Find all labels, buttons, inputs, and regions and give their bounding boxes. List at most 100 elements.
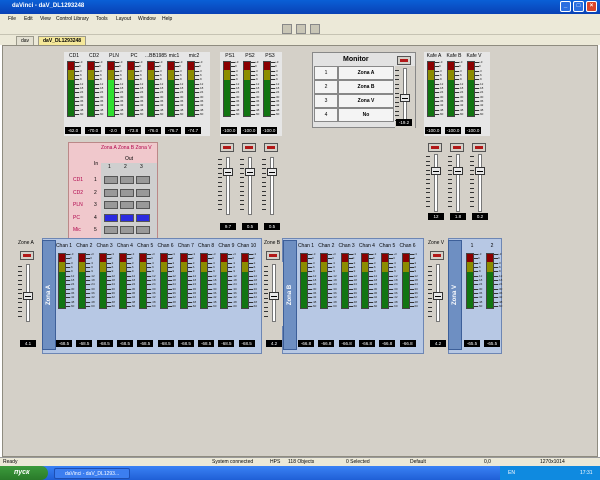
- meter-grn-zone: [99, 272, 106, 308]
- scale-tick-label: -9: [179, 77, 182, 81]
- fader-knob[interactable]: [269, 292, 279, 300]
- matrix-route-button[interactable]: [120, 213, 134, 222]
- zoneV-fader[interactable]: [428, 262, 448, 326]
- taskbar-app-button[interactable]: daVinci - daV_DL1293...: [54, 468, 130, 479]
- scale-tick-label: -24: [255, 90, 260, 94]
- matrix-row-num: 4: [94, 214, 97, 221]
- fader-knob[interactable]: [475, 167, 485, 175]
- scale-tick-label: -60: [119, 112, 124, 116]
- meter-red-zone: [301, 254, 307, 262]
- fader-tick: [428, 288, 432, 290]
- scale-tick-label: -24: [498, 282, 503, 286]
- fader-tick: [448, 160, 452, 162]
- maximize-button[interactable]: □: [573, 1, 584, 12]
- monitor-row-number[interactable]: 3: [314, 94, 338, 108]
- monitor-mute-button[interactable]: [397, 56, 411, 65]
- matrix-route-button[interactable]: [104, 176, 118, 184]
- fader-tick: [428, 293, 432, 294]
- zoneV-mute-button[interactable]: [430, 251, 444, 260]
- kafe-fader[interactable]: [448, 152, 468, 216]
- monitor-row-number[interactable]: 1: [314, 66, 338, 80]
- scale-tick-label: -9: [439, 77, 442, 81]
- menu-view[interactable]: View: [40, 16, 51, 22]
- ps-fader[interactable]: [218, 155, 238, 219]
- monitor-row-number[interactable]: 4: [314, 108, 338, 122]
- ps-mute-button[interactable]: [264, 143, 278, 152]
- fader-knob[interactable]: [267, 168, 277, 176]
- matrix-route-button[interactable]: [120, 176, 134, 184]
- fader-knob[interactable]: [431, 167, 441, 175]
- matrix-route-button[interactable]: [120, 188, 134, 197]
- toolbar-button-1[interactable]: [282, 24, 292, 34]
- channel-label-cd1: CD1: [68, 53, 79, 59]
- fader-tick: [448, 178, 452, 180]
- zone-level-scale: +3 0 -3 -6 -9 -12 -18 -24 -30 -36 -42 -48 -60: [474, 252, 482, 309]
- fader-knob[interactable]: [453, 167, 463, 175]
- matrix-route-button[interactable]: [120, 201, 134, 209]
- scale-tick-label: -24: [479, 90, 484, 94]
- ps-mute-button[interactable]: [242, 143, 256, 152]
- zone-level-scale: +3 0 -3 -6 -9 -12 -18 -24 -30 -36 -42 -48 -60: [494, 252, 503, 309]
- menu-tools[interactable]: Tools: [96, 16, 108, 22]
- matrix-route-button[interactable]: [120, 226, 134, 234]
- matrix-route-button[interactable]: [104, 201, 118, 209]
- matrix-route-button[interactable]: [136, 213, 150, 222]
- matrix-route-button[interactable]: [136, 201, 150, 209]
- zoneA-fader[interactable]: [18, 262, 38, 326]
- fader-knob[interactable]: [433, 292, 443, 300]
- zone-level-meter: [200, 253, 209, 309]
- matrix-route-button[interactable]: [136, 188, 150, 197]
- kafe-mute-button[interactable]: [472, 143, 486, 152]
- scale-tick-label: -42: [171, 295, 176, 299]
- meter-yel-zone: [428, 70, 434, 80]
- matrix-route-button[interactable]: [136, 176, 150, 184]
- matrix-route-button[interactable]: [104, 188, 118, 197]
- ps-fader[interactable]: [262, 155, 282, 219]
- matrix-route-button[interactable]: [104, 213, 118, 222]
- fader-knob[interactable]: [245, 168, 255, 176]
- zoneB-mute-button[interactable]: [266, 251, 280, 260]
- kafe-fader[interactable]: [426, 152, 446, 216]
- menu-help[interactable]: Help: [162, 16, 172, 22]
- monitor-zone-zona-a[interactable]: Zona A: [338, 66, 394, 80]
- menu-window[interactable]: Window: [138, 16, 156, 22]
- zoneA-mute-button[interactable]: [20, 251, 34, 260]
- toolbar-button-2[interactable]: [296, 24, 306, 34]
- zone-level-value: -66.8: [379, 340, 396, 347]
- menu-control-library[interactable]: Control Library: [56, 16, 89, 22]
- matrix-route-button[interactable]: [104, 226, 118, 234]
- ps-fader[interactable]: [240, 155, 260, 219]
- start-button[interactable]: пуск: [0, 466, 48, 480]
- fader-knob[interactable]: [223, 168, 233, 176]
- ps-mute-button[interactable]: [220, 143, 234, 152]
- toolbar-button-3[interactable]: [310, 24, 320, 34]
- zone-level-meter: [179, 253, 188, 309]
- channel-label-kafe-a: Kafe A: [426, 53, 442, 59]
- meter-yel-zone: [341, 262, 348, 272]
- scale-tick-label: 0: [478, 256, 480, 260]
- monitor-zone-zona-v[interactable]: Zona V: [338, 94, 394, 108]
- kafe-fader[interactable]: [470, 152, 490, 216]
- fader-scale: [448, 156, 452, 208]
- fader-knob[interactable]: [400, 94, 410, 102]
- scale-tick-label: -60: [413, 304, 418, 308]
- menu-layout[interactable]: Layout: [116, 16, 131, 22]
- monitor-zone-zona-b[interactable]: Zona B: [338, 80, 394, 94]
- minimize-button[interactable]: _: [560, 1, 571, 12]
- menu-file[interactable]: File: [8, 16, 16, 22]
- tray-language[interactable]: EN: [508, 470, 515, 476]
- close-button[interactable]: ×: [586, 1, 597, 12]
- kafe-mute-button[interactable]: [428, 143, 442, 152]
- matrix-route-button[interactable]: [136, 226, 150, 234]
- scale-tick-label: -60: [139, 112, 144, 116]
- menu-edit[interactable]: Edit: [24, 16, 33, 22]
- scale-tick-label: -9: [70, 269, 73, 273]
- fader-knob[interactable]: [23, 292, 33, 300]
- kafe-mute-button[interactable]: [450, 143, 464, 152]
- scale-tick-label: -9: [255, 77, 258, 81]
- zoneB-fader[interactable]: [264, 262, 284, 326]
- fader-tick: [262, 177, 266, 178]
- monitor-zone-no[interactable]: No: [338, 108, 394, 122]
- fader-tick: [18, 293, 22, 294]
- monitor-row-number[interactable]: 2: [314, 80, 338, 94]
